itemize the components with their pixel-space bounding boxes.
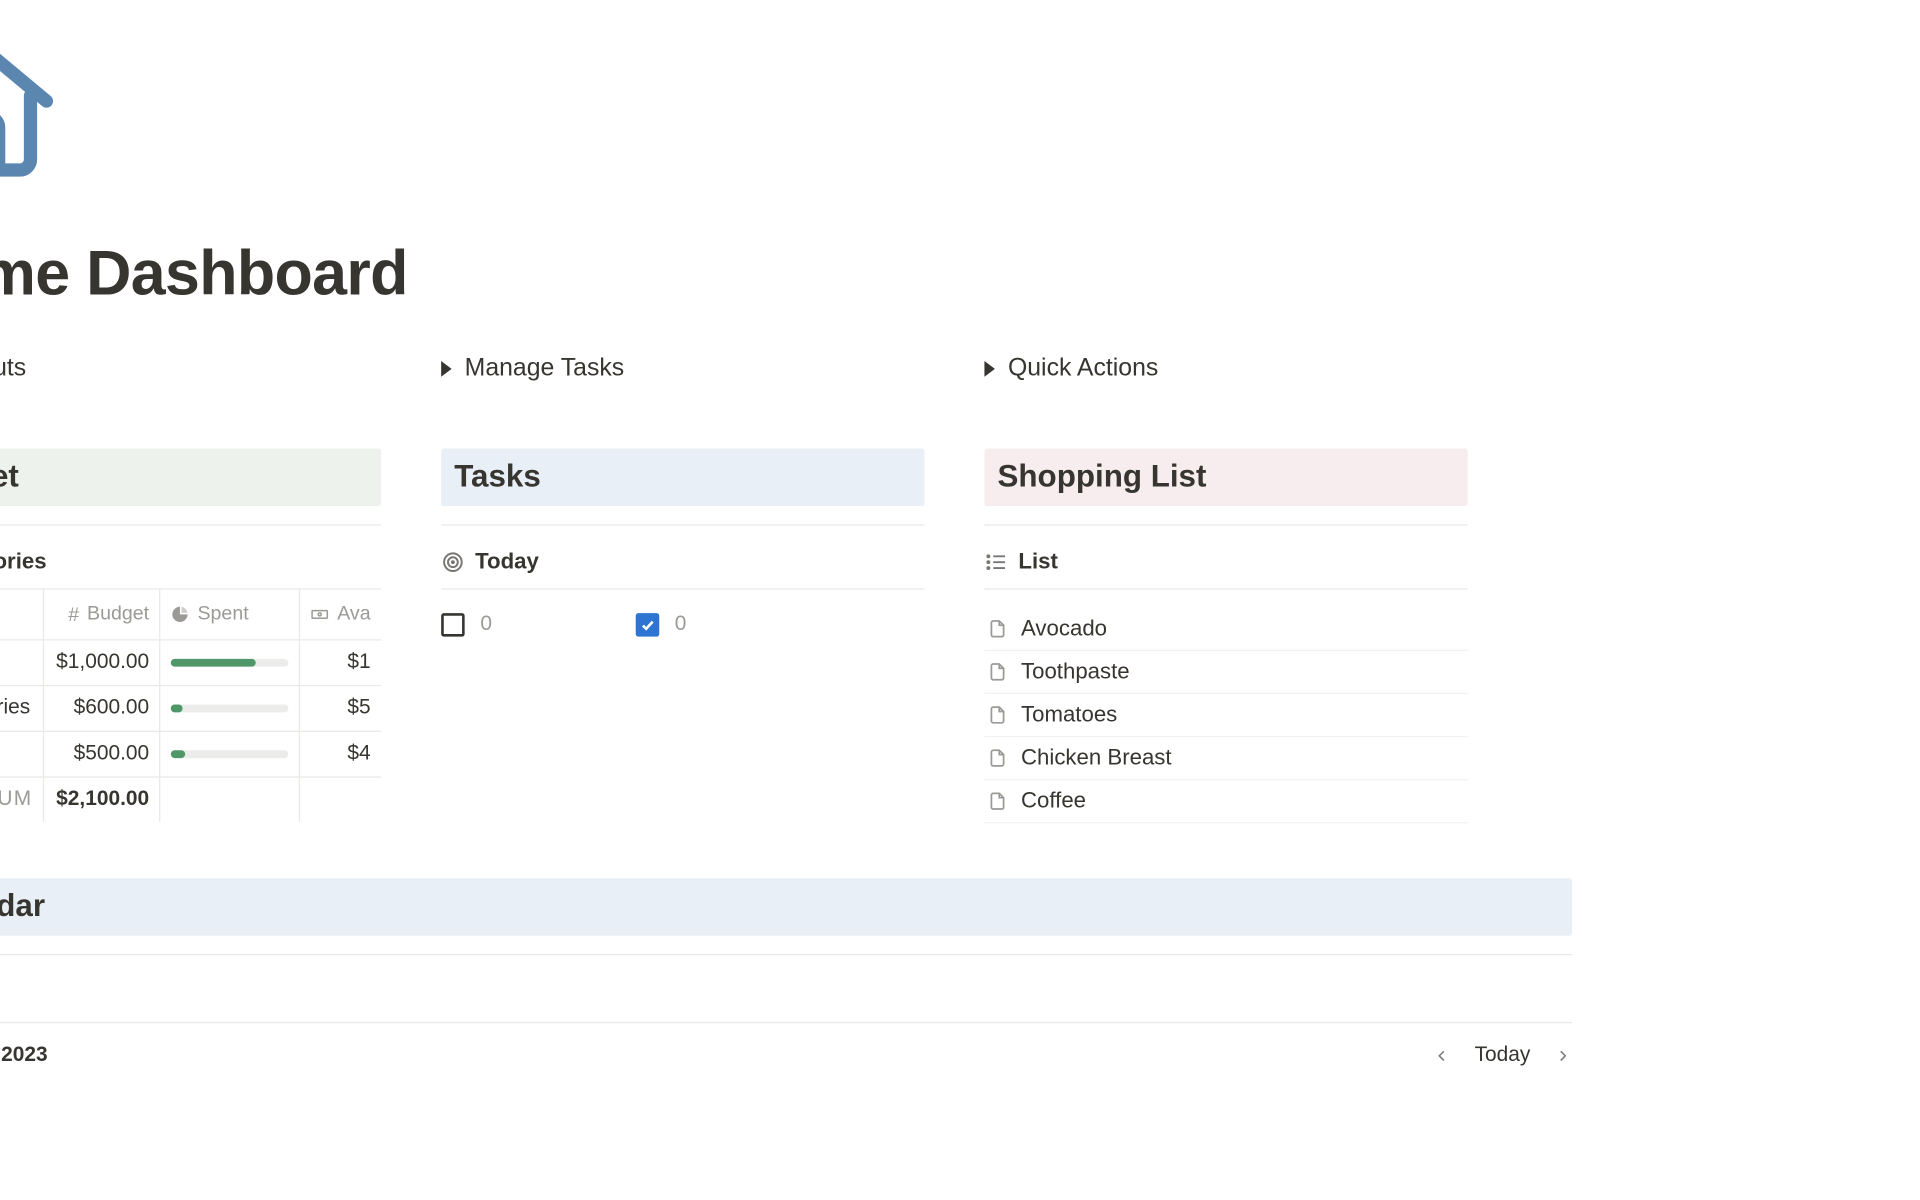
caret-right-icon [984,361,994,377]
list-item[interactable]: Coffee [984,780,1467,823]
row-name: Groceries [0,696,30,720]
toggle-manage-tasks[interactable]: Manage Tasks [441,355,984,384]
divider [0,524,381,525]
budget-header: Budget [0,449,381,506]
col-name[interactable]: AaName [0,590,44,640]
divider [0,954,1572,955]
col-spent[interactable]: Spent [160,590,300,640]
row-available: $5 [300,685,381,731]
page-icon [987,618,1008,639]
list-item[interactable]: Chicken Breast [984,737,1467,780]
row-budget: $500.00 [44,731,161,777]
divider [984,524,1467,525]
caret-right-icon [441,361,451,377]
list-item-label: Toothpaste [1021,659,1130,685]
shopping-view-tab[interactable]: List [984,549,1467,589]
tasks-block: Tasks Today 0 [441,449,924,824]
spent-bar [171,750,289,758]
calendar-prev-button[interactable] [1433,1047,1451,1065]
target-icon [441,550,465,574]
calendar-next-button[interactable] [1554,1047,1572,1065]
page-title: Home Dashboard [0,238,1572,310]
list-item-label: Tomatoes [1021,702,1117,728]
budget-table: AaName #Budget Spent [0,590,381,822]
list-item[interactable]: Tomatoes [984,694,1467,737]
tab-label: List [1018,549,1057,575]
tasks-view-tab[interactable]: Today [441,549,924,589]
cash-icon [311,606,329,624]
list-item-label: Chicken Breast [1021,745,1172,771]
toggle-label: Quick Actions [1008,355,1158,384]
calendar-header: Calendar [0,878,1572,935]
col-budget[interactable]: #Budget [44,590,161,640]
spent-bar [171,658,289,666]
toggle-shortcuts[interactable]: Shortcuts [0,355,441,384]
toggle-quick-actions[interactable]: Quick Actions [984,355,1158,384]
row-budget: $1,000.00 [44,639,161,685]
tasks-unchecked-group[interactable]: 0 [441,613,492,637]
page-icon [987,791,1008,812]
toggle-label: Shortcuts [0,355,26,384]
page-icon [987,661,1008,682]
budget-block: Budget Categories AaName [0,449,381,824]
checkbox-checked-icon[interactable] [636,613,660,637]
list-item-label: Avocado [1021,616,1107,642]
tasks-header: Tasks [441,449,924,506]
table-row[interactable]: Groceries $600.00 $5 [0,685,381,731]
list-item[interactable]: Avocado [984,608,1467,651]
list-item[interactable]: Toothpaste [984,651,1467,694]
tab-label: Categories [0,549,47,575]
table-row[interactable]: Rent$1,000.00$1 [0,639,381,685]
checked-count: 0 [675,613,687,637]
calendar-view-tab[interactable] [0,979,1572,1023]
row-available: $1 [300,639,381,685]
list-icon [984,550,1008,574]
calendar-today-button[interactable]: Today [1475,1044,1531,1068]
budget-view-tab[interactable]: Categories [0,549,381,589]
home-icon [0,21,1572,191]
spent-bar [171,704,289,712]
checkbox-unchecked-icon[interactable] [441,613,465,637]
page-icon [987,748,1008,769]
row-budget: $600.00 [44,685,161,731]
tab-label: Today [475,549,539,575]
shopping-block: Shopping List List Avocado Toothpaste Toma… [984,449,1467,824]
col-available[interactable]: Ava [300,590,381,640]
pie-icon [171,606,189,624]
sum-value: $2,100.00 [44,776,161,821]
calendar-block: Calendar Aug - Sep 2023 Today [0,878,1572,1067]
hash-icon: # [68,603,79,625]
divider [441,524,924,525]
shopping-header: Shopping List [984,449,1467,506]
list-item-label: Coffee [1021,788,1086,814]
toggle-label: Manage Tasks [465,355,625,384]
table-row[interactable]: Free$500.00$4 [0,731,381,777]
sum-label: UM [0,776,44,821]
row-available: $4 [300,731,381,777]
page-icon [987,705,1008,726]
tasks-checked-group[interactable]: 0 [636,613,687,637]
unchecked-count: 0 [480,613,492,637]
calendar-range: Aug - Sep 2023 [0,1044,48,1068]
